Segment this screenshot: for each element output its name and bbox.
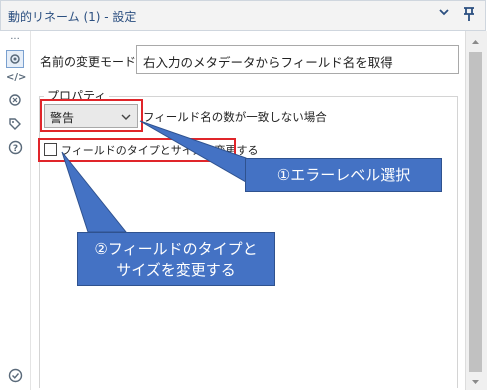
callout-1: ①エラーレベル選択 [245,158,442,192]
callout-2-line-2: サイズを変更する [116,261,236,279]
callout-pointers [61,120,247,233]
callout-1-pointer [139,120,247,183]
callout-1-text: ①エラーレベル選択 [276,166,411,184]
callout-2: ②フィールドのタイプと サイズを変更する [77,232,275,286]
callout-2-pointer [61,151,128,233]
callout-2-line-1: ②フィールドのタイプと [94,240,258,258]
